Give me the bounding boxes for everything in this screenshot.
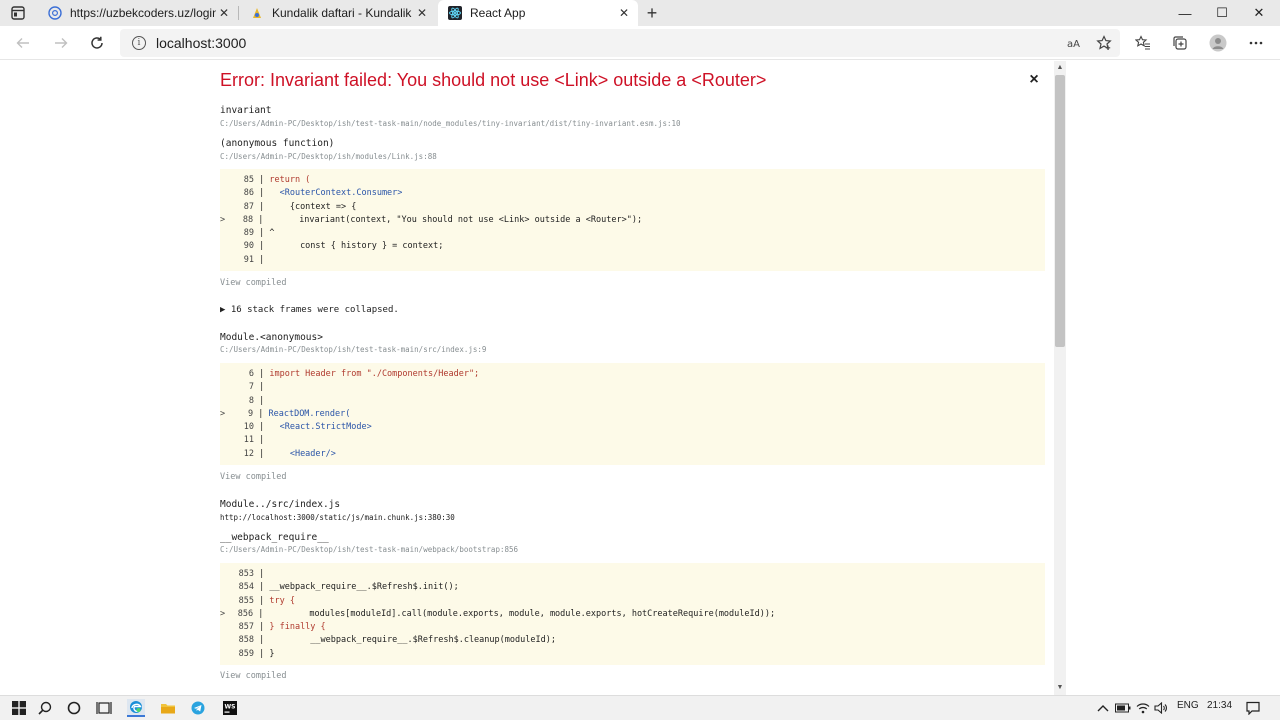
scrollbar-thumb[interactable] <box>1055 75 1065 347</box>
cortana-icon[interactable] <box>65 699 83 717</box>
close-window-button[interactable]: ✕ <box>1238 0 1280 26</box>
tab-kundalik[interactable]: Kundalik daftari - Kundalik ✕ <box>240 0 436 26</box>
page-scrollbar[interactable]: ▲ ▼ <box>1054 61 1066 695</box>
stack-frame-path[interactable]: C:/Users/Admin-PC/Desktop/ish/modules/Li… <box>220 152 437 161</box>
close-tab-icon[interactable]: ✕ <box>616 5 632 21</box>
stack-frame-path[interactable]: C:/Users/Admin-PC/Desktop/ish/test-task-… <box>220 345 486 354</box>
stack-frame-path[interactable]: C:/Users/Admin-PC/Desktop/ish/test-task-… <box>220 545 518 554</box>
clock[interactable]: 21:34 <box>1207 700 1232 711</box>
task-view-icon[interactable] <box>95 699 113 717</box>
back-icon[interactable] <box>10 31 36 55</box>
code-line: 89 | ^ <box>243 228 275 239</box>
stack-frame-function: Module../src/index.js <box>220 499 341 510</box>
scroll-up-icon[interactable]: ▲ <box>1054 61 1066 73</box>
telegram-icon[interactable] <box>189 699 207 717</box>
code-line: 87 | {context => { <box>243 201 357 212</box>
stack-frame-function: Module.<anonymous> <box>220 332 323 343</box>
webstorm-icon[interactable]: WS <box>221 699 239 717</box>
code-line-highlight: >88 | invariant(context, "You should not… <box>220 214 643 225</box>
tab-title: React App <box>470 6 526 20</box>
error-title: Error: Invariant failed: You should not … <box>220 70 767 90</box>
code-line-highlight: >856 | modules[moduleId].call(module.exp… <box>220 608 776 619</box>
add-favorite-icon[interactable] <box>1091 31 1117 55</box>
code-line: 6 | import Header from "./Components/Hea… <box>248 369 480 379</box>
tab-title: Kundalik daftari - Kundalik <box>272 6 412 20</box>
tab-react-app[interactable]: React App ✕ <box>438 0 638 26</box>
stack-frame-function: __webpack_require__ <box>220 532 329 543</box>
error-overlay: Error: Invariant failed: You should not … <box>0 61 1280 695</box>
stack-frame-function: invariant <box>220 105 272 116</box>
stack-frame-path[interactable]: http://localhost:3000/static/js/main.chu… <box>220 513 455 522</box>
code-line: 854 | __webpack_require__.$Refresh$.init… <box>238 582 459 593</box>
react-icon <box>448 6 462 20</box>
code-line: 858 | __webpack_require__.$Refresh$.clea… <box>238 635 556 646</box>
svg-text:WS: WS <box>225 704 236 711</box>
wifi-icon[interactable] <box>1134 699 1152 717</box>
favorites-icon[interactable] <box>1130 31 1156 55</box>
profile-avatar-icon[interactable] <box>1205 31 1231 55</box>
more-options-icon[interactable] <box>1243 31 1269 55</box>
address-url[interactable]: localhost:3000 <box>156 35 246 51</box>
search-icon[interactable] <box>36 699 54 717</box>
code-line: 7 | <box>248 382 270 393</box>
tab-strip: https://uzbekcoders.uz/login ✕ Kundalik … <box>0 0 1280 26</box>
battery-icon[interactable] <box>1114 699 1132 717</box>
windows-start-icon[interactable] <box>10 699 28 717</box>
code-snippet: 85 | return ( 86 | <RouterContext.Consum… <box>220 169 1045 271</box>
code-line: 857 | } finally { <box>238 622 326 633</box>
read-aloud-icon[interactable]: aA <box>1062 31 1088 55</box>
view-compiled-link[interactable]: View compiled <box>220 472 287 482</box>
collapsed-frames-toggle[interactable]: ▶ 16 stack frames were collapsed. <box>220 305 399 315</box>
address-bar[interactable]: i localhost:3000 <box>120 29 1120 57</box>
tab-title: https://uzbekcoders.uz/login <box>70 6 216 20</box>
tab-separator <box>238 6 239 20</box>
code-line: 853 | <box>238 569 270 579</box>
code-line: 91 | <box>243 254 270 265</box>
kundalik-icon <box>250 6 264 20</box>
svg-text:aA: aA <box>1067 39 1080 50</box>
code-line: 90 | const { history } = context; <box>243 241 444 252</box>
site-info-icon[interactable]: i <box>132 36 146 50</box>
view-compiled-link[interactable]: View compiled <box>220 278 287 288</box>
globe-icon <box>48 6 62 20</box>
code-line: 85 | return ( <box>243 175 311 185</box>
windows-taskbar: WS ENG 21:34 <box>0 695 1280 720</box>
code-line: 8 | <box>248 395 270 406</box>
code-line: 10 | <React.StrictMode> <box>243 422 372 433</box>
chevron-up-icon[interactable] <box>1094 699 1112 717</box>
new-tab-button[interactable]: + <box>642 3 662 23</box>
browser-toolbar: i localhost:3000 aA <box>0 26 1280 60</box>
edge-browser-icon[interactable] <box>127 699 145 717</box>
code-line: 855 | try { <box>238 595 295 606</box>
code-line: 859 | } <box>238 648 275 659</box>
close-tab-icon[interactable]: ✕ <box>216 5 232 21</box>
tab-uzbekcoders[interactable]: https://uzbekcoders.uz/login ✕ <box>38 0 238 26</box>
notifications-icon[interactable] <box>1244 699 1262 717</box>
forward-icon[interactable] <box>48 31 74 55</box>
scroll-down-icon[interactable]: ▼ <box>1054 681 1066 693</box>
refresh-icon[interactable] <box>84 31 110 55</box>
close-tab-icon[interactable]: ✕ <box>414 5 430 21</box>
code-snippet: 853 | 854 | __webpack_require__.$Refresh… <box>220 563 1045 665</box>
maximize-button[interactable]: ☐ <box>1201 0 1243 26</box>
tab-actions-icon[interactable] <box>8 4 28 22</box>
code-line: 86 | <RouterContext.Consumer> <box>243 188 403 199</box>
view-compiled-link[interactable]: View compiled <box>220 671 287 681</box>
language-indicator[interactable]: ENG <box>1177 700 1199 711</box>
collections-icon[interactable] <box>1167 31 1193 55</box>
file-explorer-icon[interactable] <box>159 699 177 717</box>
code-line-highlight: >9 | ReactDOM.render( <box>220 408 351 419</box>
minimize-button[interactable]: — <box>1164 0 1206 26</box>
stack-frame-function: (anonymous function) <box>220 138 335 149</box>
code-line: 11 | <box>243 435 270 446</box>
code-line: 12 | <Header/> <box>243 448 336 459</box>
stack-frame-path[interactable]: C:/Users/Admin-PC/Desktop/ish/test-task-… <box>220 119 681 128</box>
volume-icon[interactable] <box>1152 699 1170 717</box>
close-overlay-button[interactable]: × <box>1026 71 1042 89</box>
code-snippet: 6 | import Header from "./Components/Hea… <box>220 363 1045 465</box>
